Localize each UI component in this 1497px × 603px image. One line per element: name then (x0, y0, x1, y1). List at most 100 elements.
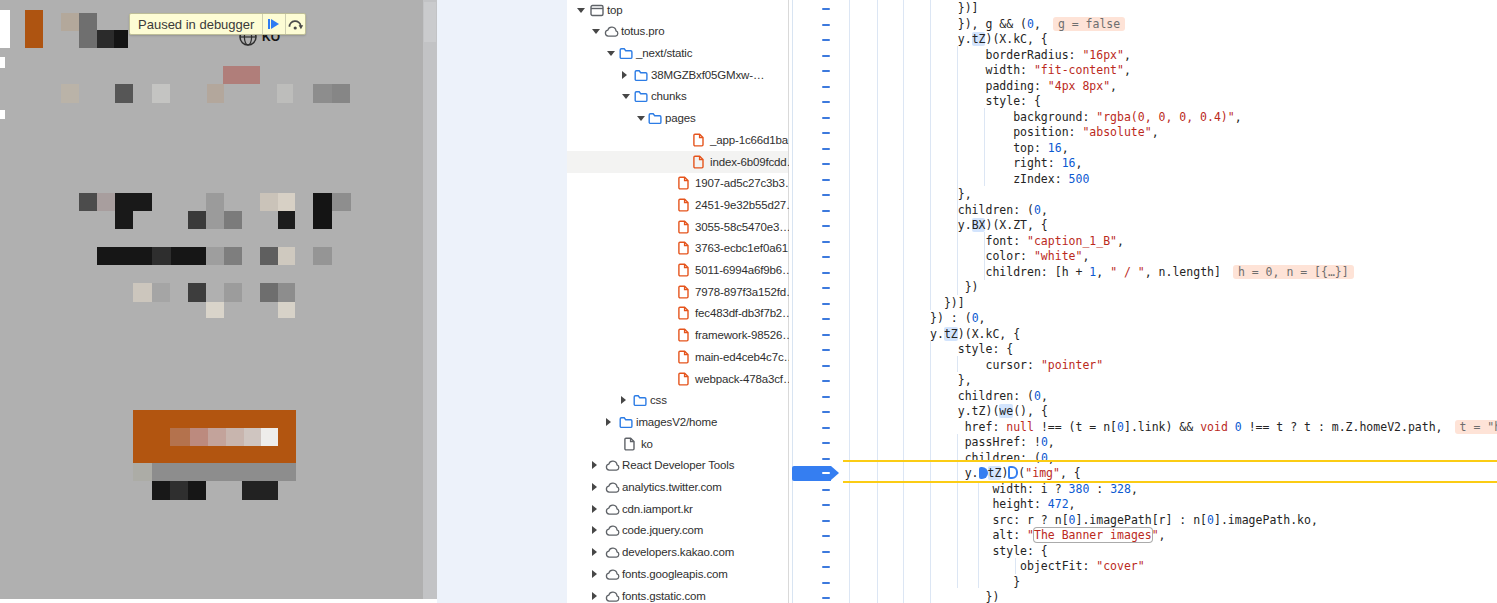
nav-item-react-developer-tools[interactable]: React Developer Tools (567, 454, 788, 476)
gutter-line-marker[interactable] (822, 287, 830, 289)
gutter-line-marker[interactable] (822, 70, 830, 72)
gutter-line-marker[interactable] (822, 551, 830, 553)
gutter-line-marker[interactable] (822, 194, 830, 196)
step-location-marker-icon[interactable] (1008, 466, 1018, 479)
step-over-button[interactable] (285, 14, 305, 34)
nav-item-3055-58c5470e3-[interactable]: 3055-58c5470e3… (567, 216, 788, 238)
nav-item-cdn-iamport-kr[interactable]: cdn.iamport.kr (567, 498, 788, 520)
step-location-current-icon[interactable] (979, 467, 988, 479)
gutter-line-marker[interactable] (822, 179, 830, 181)
nav-item-fonts-googleapis-com[interactable]: fonts.googleapis.com (567, 563, 788, 585)
gutter-line-marker[interactable] (822, 535, 830, 537)
page-content-block (224, 283, 242, 302)
nav-item-analytics-twitter-com[interactable]: analytics.twitter.com (567, 476, 788, 498)
resume-script-button[interactable] (263, 14, 284, 34)
chevron-expanded-icon[interactable] (637, 116, 645, 121)
nav-item-3763-ecbc1ef0a61-[interactable]: 3763-ecbc1ef0a61… (567, 237, 788, 259)
gutter-line-marker[interactable] (822, 427, 830, 429)
gutter-line-marker[interactable] (822, 210, 830, 212)
nav-item-label: 5011-6994a6f9b6… (695, 259, 793, 281)
chevron-collapsed-icon[interactable] (621, 396, 626, 404)
gutter-line-marker[interactable] (822, 365, 830, 367)
gutter-line-marker[interactable] (822, 8, 830, 10)
nav-item-chunks[interactable]: chunks (567, 85, 788, 107)
chevron-collapsed-icon[interactable] (592, 548, 597, 556)
nav-item-38mgzbxf05gmxw-[interactable]: 38MGZBxf05GMxw-… (567, 64, 788, 86)
page-scrollbar[interactable] (423, 0, 437, 599)
nav-item-totus-pro[interactable]: totus.pro (567, 20, 788, 42)
nav-item-5011-6994a6f9b6-[interactable]: 5011-6994a6f9b6… (567, 259, 788, 281)
gutter-line-marker[interactable] (822, 55, 830, 57)
gutter-line-marker[interactable] (822, 86, 830, 88)
gutter-line-marker[interactable] (822, 442, 830, 444)
gutter-line-marker[interactable] (822, 256, 830, 258)
nav-item-label: index-6b09fcdd… (710, 151, 798, 173)
nav-item--app-1c66d1ba-[interactable]: _app-1c66d1ba… (567, 129, 788, 151)
chevron-expanded-icon[interactable] (592, 29, 600, 34)
gutter-line-marker[interactable] (822, 566, 830, 568)
gutter-line-marker[interactable] (822, 225, 830, 227)
gutter-line-marker[interactable] (822, 411, 830, 413)
gutter-line-marker[interactable] (822, 132, 830, 134)
gutter-line-marker[interactable] (822, 334, 830, 336)
nav-item-1907-ad5c27c3b3-[interactable]: 1907-ad5c27c3b3… (567, 172, 788, 194)
nav-item-fonts-gstatic-com[interactable]: fonts.gstatic.com (567, 585, 788, 603)
gutter-line-marker[interactable] (822, 101, 830, 103)
chevron-collapsed-icon[interactable] (592, 483, 597, 491)
page-content-block (115, 84, 133, 103)
gutter-line-marker[interactable] (822, 380, 830, 382)
gutter-line-marker[interactable] (822, 241, 830, 243)
nav-item-developers-kakao-com[interactable]: developers.kakao.com (567, 541, 788, 563)
nav-item-index-6b09fcdd-[interactable]: index-6b09fcdd… (567, 151, 788, 173)
gutter-line-marker[interactable] (822, 396, 830, 398)
file-icon (693, 155, 705, 173)
chevron-collapsed-icon[interactable] (606, 418, 611, 426)
chevron-collapsed-icon[interactable] (592, 505, 597, 513)
gutter-line-marker[interactable] (822, 39, 830, 41)
gutter-line-marker[interactable] (822, 163, 830, 165)
chevron-expanded-icon[interactable] (577, 8, 585, 13)
nav-item-label: ko (641, 433, 653, 455)
nav-item-framework-98526-[interactable]: framework-98526… (567, 324, 788, 346)
nav-item-webpack-478a3cf-[interactable]: webpack-478a3cf… (567, 368, 788, 390)
nav-item-2451-9e32b55d27-[interactable]: 2451-9e32b55d27… (567, 194, 788, 216)
nav-item-code-jquery-com[interactable]: code.jquery.com (567, 519, 788, 541)
chevron-expanded-icon[interactable] (622, 94, 630, 99)
gutter-line-marker[interactable] (822, 582, 830, 584)
nav-item-ko[interactable]: ko (567, 433, 788, 455)
page-content-block (332, 84, 350, 103)
gutter-line-marker[interactable] (822, 597, 830, 599)
chevron-expanded-icon[interactable] (607, 51, 615, 56)
gutter-line-marker[interactable] (822, 148, 830, 150)
chevron-collapsed-icon[interactable] (622, 71, 627, 79)
gutter-line-marker[interactable] (822, 349, 830, 351)
nav-item-css[interactable]: css (567, 389, 788, 411)
gutter-line-marker[interactable] (822, 272, 830, 274)
page-content-block (97, 193, 115, 211)
page-content-block (260, 283, 278, 302)
chevron-collapsed-icon[interactable] (592, 526, 597, 534)
gutter-line-marker[interactable] (822, 489, 830, 491)
gutter-line-marker[interactable] (822, 520, 830, 522)
gutter-line-marker[interactable] (822, 303, 830, 305)
file-icon (678, 285, 690, 303)
gutter-line-marker[interactable] (822, 24, 830, 26)
gutter-line-marker[interactable] (822, 117, 830, 119)
nav-item-pages[interactable]: pages (567, 107, 788, 129)
code-line: zIndex: 500 (847, 172, 1089, 188)
nav-item-label: analytics.twitter.com (622, 476, 722, 498)
chevron-collapsed-icon[interactable] (592, 570, 597, 578)
page-scrollbar-thumb[interactable] (424, 2, 436, 42)
nav-item-label: chunks (651, 85, 687, 107)
nav-item-fec483df-db3f7b2-[interactable]: fec483df-db3f7b2… (567, 302, 788, 324)
gutter-line-marker[interactable] (822, 458, 830, 460)
nav-item-top[interactable]: top (567, 0, 788, 21)
nav-item-7978-897f3a152fd-[interactable]: 7978-897f3a152fd… (567, 281, 788, 303)
chevron-collapsed-icon[interactable] (592, 592, 597, 600)
nav-item-main-ed4ceb4c7c-[interactable]: main-ed4ceb4c7c… (567, 346, 788, 368)
nav-item-imagesv2-home[interactable]: imagesV2/home (567, 411, 788, 433)
chevron-collapsed-icon[interactable] (592, 461, 597, 469)
gutter-line-marker[interactable] (822, 504, 830, 506)
gutter-line-marker[interactable] (822, 318, 830, 320)
nav-item--next-static[interactable]: _next/static (567, 42, 788, 64)
